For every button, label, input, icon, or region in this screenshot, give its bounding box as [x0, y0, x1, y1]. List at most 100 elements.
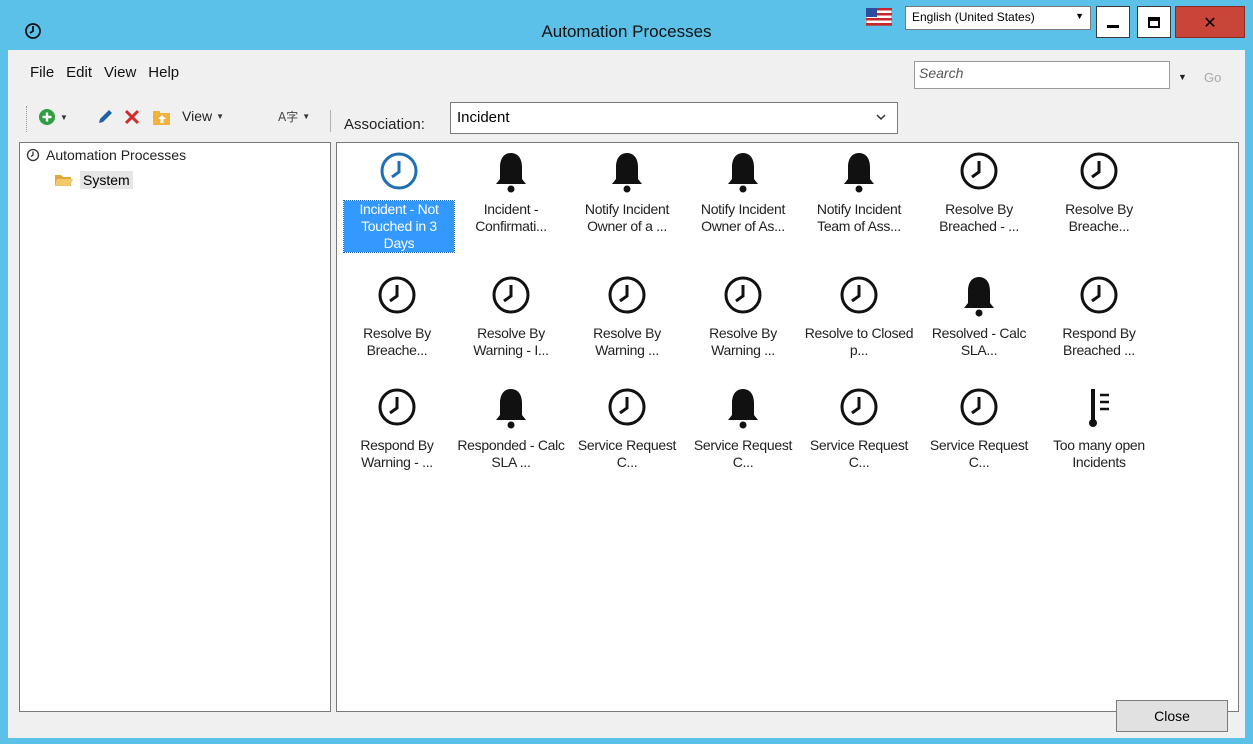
tree-root-label: Automation Processes — [46, 147, 187, 163]
process-item[interactable]: Service Request C... — [923, 385, 1035, 471]
toolbar-grip — [26, 106, 27, 132]
process-label: Resolve to Closed p... — [804, 325, 914, 358]
association-value: Incident — [457, 109, 510, 126]
clock-icon — [960, 388, 998, 426]
folder-up-icon — [153, 111, 170, 125]
chevron-down-icon: ▼ — [1075, 11, 1084, 21]
process-item[interactable]: Resolve By Warning ... — [687, 273, 799, 359]
menu-bar: File Edit View Help — [8, 64, 185, 86]
process-label: Resolve By Warning ... — [709, 325, 777, 358]
view-label: View — [182, 108, 213, 124]
menu-help[interactable]: Help — [142, 64, 185, 86]
clock-icon — [960, 152, 998, 190]
title-bar: Automation Processes English (United Sta… — [0, 0, 1253, 48]
process-item[interactable]: Incident - Confirmati... — [455, 149, 567, 235]
language-dropdown[interactable]: English (United States) ▼ — [905, 6, 1091, 30]
edit-button[interactable] — [96, 108, 114, 126]
process-label: Resolve By Warning ... — [593, 325, 661, 358]
process-label: Respond By Warning - ... — [360, 437, 434, 470]
process-label: Resolve By Warning - I... — [473, 325, 549, 358]
process-item[interactable]: Responded - Calc SLA ... — [455, 385, 567, 471]
tree-root-automation-processes[interactable]: Automation Processes — [26, 147, 186, 163]
us-flag-icon — [866, 8, 892, 26]
process-item[interactable]: Incident - Not Touched in 3 Days — [343, 149, 455, 253]
clock-icon — [724, 276, 762, 314]
minimize-button[interactable] — [1096, 6, 1130, 38]
maximize-button[interactable] — [1137, 6, 1171, 38]
search-input[interactable]: Search — [914, 61, 1170, 89]
process-label: Respond By Breached ... — [1062, 325, 1136, 358]
process-item[interactable]: Notify Incident Owner of As... — [687, 149, 799, 235]
process-item[interactable]: Too many open Incidents — [1043, 385, 1155, 471]
process-item[interactable]: Notify Incident Team of Ass... — [803, 149, 915, 235]
open-folder-icon — [55, 175, 73, 186]
process-item[interactable]: Respond By Warning - ... — [341, 385, 453, 471]
add-button[interactable]: ▼ — [38, 108, 68, 126]
delete-icon — [124, 109, 140, 125]
clock-icon — [608, 276, 646, 314]
menu-view[interactable]: View — [98, 64, 142, 86]
process-item[interactable]: Service Request C... — [687, 385, 799, 471]
process-label: Resolve By Breached - ... — [939, 201, 1019, 234]
process-item[interactable]: Resolve By Breache... — [341, 273, 453, 359]
minimize-icon — [1107, 24, 1119, 28]
tree-item-label: System — [80, 171, 133, 189]
clock-icon — [840, 388, 878, 426]
add-dropdown-icon[interactable]: ▼ — [60, 113, 68, 122]
automation-processes-window: Automation Processes English (United Sta… — [0, 0, 1253, 744]
clock-icon — [840, 276, 878, 314]
process-label: Service Request C... — [809, 437, 909, 470]
process-label: Incident - Not Touched in 3 Days — [343, 200, 455, 253]
tree-item-system[interactable]: System — [54, 171, 133, 189]
clock-icon — [608, 388, 646, 426]
process-item[interactable]: Resolve By Breached - ... — [923, 149, 1035, 235]
association-label: Association: — [344, 116, 425, 133]
language-tool-button[interactable]: A字 ▼ — [278, 108, 310, 125]
close-button[interactable]: Close — [1116, 700, 1228, 732]
clock-icon — [26, 148, 40, 162]
bell-icon — [496, 153, 526, 193]
search-dropdown-icon[interactable]: ▼ — [1178, 72, 1187, 82]
menu-file[interactable]: File — [8, 64, 60, 86]
clock-icon — [378, 276, 416, 314]
process-label: Service Request C... — [693, 437, 793, 470]
view-menu-button[interactable]: View ▼ — [180, 108, 224, 124]
clock-icon — [1080, 276, 1118, 314]
add-icon — [39, 109, 55, 125]
language-glyph-icon: A字 — [278, 110, 299, 124]
close-window-button[interactable]: ✕ — [1175, 6, 1245, 38]
process-label: Resolved - Calc SLA... — [931, 325, 1027, 358]
toolbar-separator — [330, 110, 331, 132]
process-item[interactable]: Service Request C... — [803, 385, 915, 471]
process-item[interactable]: Resolve By Warning - I... — [455, 273, 567, 359]
export-button[interactable] — [152, 108, 172, 126]
bell-icon — [728, 153, 758, 193]
process-item[interactable]: Respond By Breached ... — [1043, 273, 1155, 359]
bell-icon — [964, 277, 994, 317]
process-item[interactable]: Service Request C... — [571, 385, 683, 471]
association-dropdown[interactable]: Incident — [450, 102, 898, 134]
process-label: Service Request C... — [929, 437, 1029, 470]
process-item[interactable]: Resolve By Warning ... — [571, 273, 683, 359]
process-label: Notify Incident Owner of As... — [700, 201, 786, 234]
language-value: English (United States) — [912, 10, 1035, 24]
process-label: Incident - Confirmati... — [475, 201, 547, 234]
bell-icon — [844, 153, 874, 193]
process-label: Notify Incident Owner of a ... — [584, 201, 670, 234]
delete-button[interactable] — [123, 108, 141, 126]
pencil-icon — [99, 110, 112, 123]
view-dropdown-icon: ▼ — [216, 111, 225, 121]
process-item[interactable]: Notify Incident Owner of a ... — [571, 149, 683, 235]
process-label: Service Request C... — [577, 437, 677, 470]
bell-icon — [612, 153, 642, 193]
process-item[interactable]: Resolved - Calc SLA... — [923, 273, 1035, 359]
process-item[interactable]: Resolve to Closed p... — [803, 273, 915, 359]
process-item[interactable]: Resolve By Breache... — [1043, 149, 1155, 235]
menu-edit[interactable]: Edit — [60, 64, 98, 86]
process-label: Resolve By Breache... — [1065, 201, 1133, 234]
go-button[interactable]: Go — [1204, 70, 1221, 85]
language-tool-dropdown-icon: ▼ — [302, 112, 311, 121]
clock-icon — [378, 388, 416, 426]
process-label: Resolve By Breache... — [363, 325, 431, 358]
clock-icon — [492, 276, 530, 314]
